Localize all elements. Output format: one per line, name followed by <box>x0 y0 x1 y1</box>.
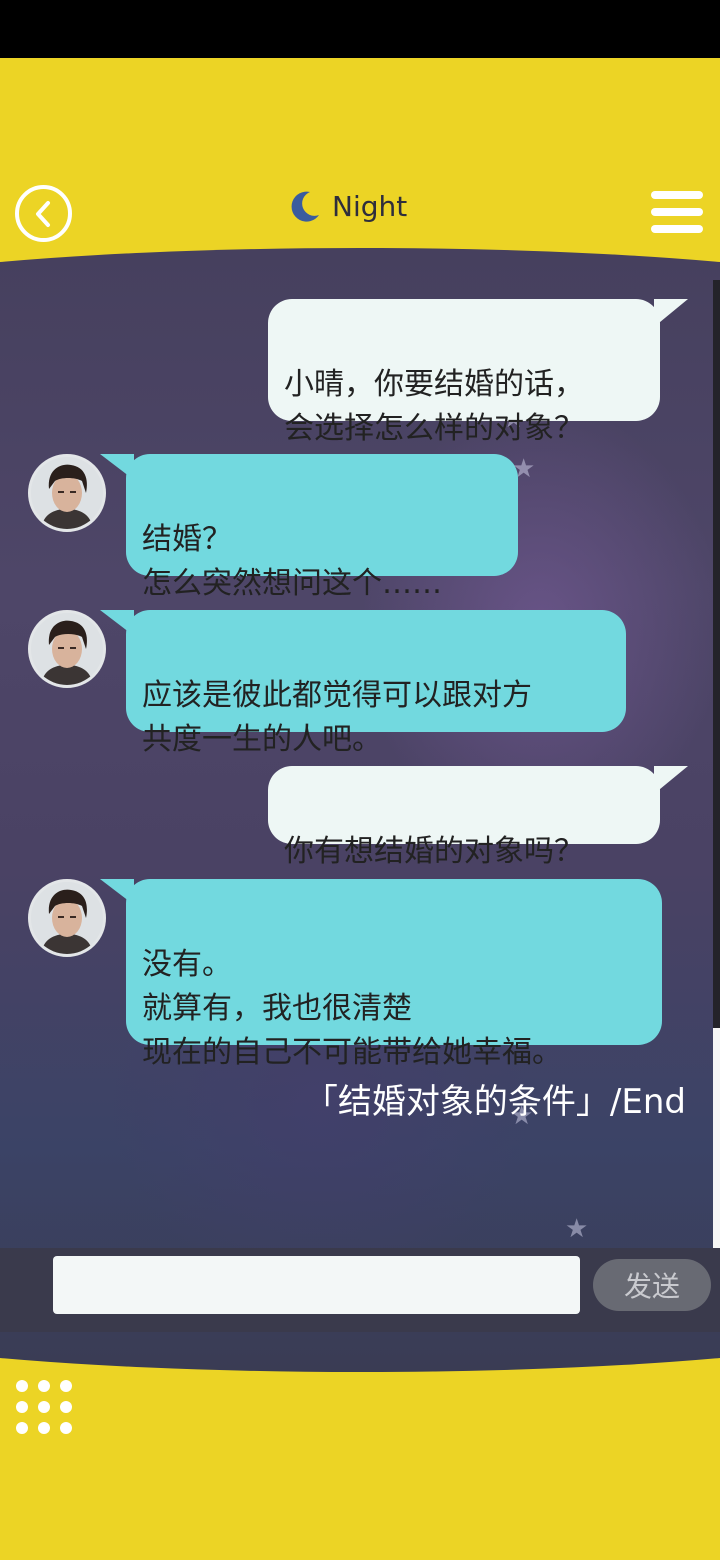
bubble-tail <box>100 879 134 905</box>
send-button[interactable]: 发送 <box>593 1259 711 1311</box>
message-text: 应该是彼此都觉得可以跟对方 共度一生的人吧。 <box>142 678 532 757</box>
chat-bubble-incoming: 没有。 就算有，我也很清楚 现在的自己不可能带给她幸福。 <box>126 879 662 1070</box>
grid-dots-icon <box>16 1401 28 1413</box>
hamburger-menu-icon <box>651 208 703 216</box>
scroll-edge <box>713 280 720 1028</box>
star-decoration: ★ <box>565 1214 589 1244</box>
message-input-bar: 发送 <box>0 1248 720 1332</box>
hamburger-menu-icon <box>651 191 703 199</box>
avatar[interactable] <box>28 879 106 957</box>
grid-dots-icon <box>60 1422 72 1434</box>
chat-panel[interactable]: ★ ★ ★ ★ ★ 小晴，你要结婚的话， 会选择怎么样的对象？ <box>0 248 720 1372</box>
back-button[interactable] <box>15 185 72 242</box>
chat-area: ★ ★ ★ ★ ★ 小晴，你要结婚的话， 会选择怎么样的对象？ <box>0 248 720 1372</box>
avatar-portrait <box>31 882 103 954</box>
chat-bubble-incoming: 应该是彼此都觉得可以跟对方 共度一生的人吧。 <box>126 610 626 757</box>
message-text: 没有。 就算有，我也很清楚 现在的自己不可能带给她幸福。 <box>142 947 562 1070</box>
grid-dots-icon <box>60 1380 72 1392</box>
scroll-edge <box>713 1028 720 1248</box>
chapter-end-label: 「结婚对象的条件」/End <box>303 1082 686 1122</box>
chat-bubble-incoming: 结婚？ 怎么突然想问这个…… <box>126 454 518 601</box>
bubble-tail <box>654 766 688 794</box>
grid-dots-icon <box>38 1380 50 1392</box>
grid-dots-icon <box>60 1401 72 1413</box>
bubble-tail <box>100 610 134 636</box>
grid-dots-icon <box>38 1401 50 1413</box>
crescent-moon-icon <box>291 191 319 222</box>
avatar[interactable] <box>28 454 106 532</box>
bubble-tail <box>100 454 134 480</box>
grid-dots-icon <box>16 1422 28 1434</box>
chat-bubble-outgoing: 小晴，你要结婚的话， 会选择怎么样的对象？ <box>268 299 660 446</box>
menu-button[interactable] <box>651 191 703 237</box>
avatar-portrait <box>31 457 103 529</box>
app-frame: Night ★ ★ ★ ★ ★ 小晴，你要结婚的话， 会选择怎么样的对象？ <box>0 58 720 1560</box>
status-bar <box>0 0 720 58</box>
header-title: Night <box>332 189 408 223</box>
hamburger-menu-icon <box>651 225 703 233</box>
grid-dots-icon <box>38 1422 50 1434</box>
grid-menu-button[interactable] <box>16 1380 72 1434</box>
bubble-tail <box>654 299 688 327</box>
grid-dots-icon <box>16 1380 28 1392</box>
message-text: 结婚？ 怎么突然想问这个…… <box>142 522 442 601</box>
message-text: 你有想结婚的对象吗？ <box>284 834 584 869</box>
header-title-group: Night <box>288 186 407 226</box>
avatar[interactable] <box>28 610 106 688</box>
chevron-left-icon <box>36 201 50 227</box>
message-text: 小晴，你要结婚的话， 会选择怎么样的对象？ <box>284 367 584 446</box>
avatar-portrait <box>31 613 103 685</box>
chat-bubble-outgoing: 你有想结婚的对象吗？ <box>268 766 660 869</box>
message-input[interactable] <box>53 1256 580 1314</box>
